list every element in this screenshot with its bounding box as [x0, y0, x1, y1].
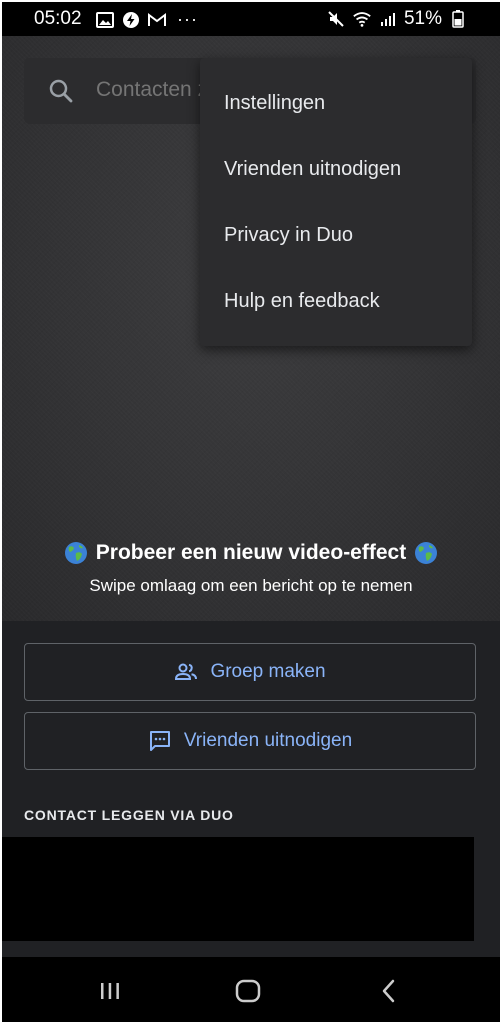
status-time: 05:02	[34, 8, 82, 29]
message-icon	[148, 729, 172, 753]
promo-title-text: Probeer een nieuw video-effect	[95, 541, 407, 564]
more-dots-icon: ···	[177, 9, 198, 29]
overflow-menu: Instellingen Vrienden uitnodigen Privacy…	[200, 58, 472, 346]
app-frame: 05:02 ··· 51% Contacten zoeken Probeer e…	[2, 2, 500, 1022]
navigation-bar	[2, 957, 500, 1022]
gmail-icon	[147, 10, 167, 30]
status-bar: 05:02 ··· 51%	[2, 2, 500, 36]
globe-icon	[64, 541, 88, 565]
menu-item-invite-friends[interactable]: Vrienden uitnodigen	[200, 136, 472, 202]
create-group-label: Groep maken	[210, 661, 326, 682]
invite-friends-button[interactable]: Vrienden uitnodigen	[24, 712, 476, 770]
create-group-button[interactable]: Groep maken	[24, 643, 476, 701]
bolt-icon	[121, 10, 141, 30]
system-icons: 51%	[326, 8, 468, 30]
battery-percentage: 51%	[403, 8, 442, 29]
section-title: CONTACT LEGGEN VIA DUO	[24, 807, 234, 823]
promo-title: Probeer een nieuw video-effect	[2, 541, 500, 565]
invite-friends-label: Vrienden uitnodigen	[183, 730, 353, 751]
search-icon	[48, 78, 74, 104]
battery-icon	[448, 9, 468, 29]
back-icon[interactable]	[375, 977, 403, 1005]
menu-item-privacy[interactable]: Privacy in Duo	[200, 202, 472, 268]
menu-item-settings[interactable]: Instellingen	[200, 70, 472, 136]
recent-apps-icon[interactable]	[96, 977, 124, 1005]
globe-icon	[414, 541, 438, 565]
promo-subtitle: Swipe omlaag om een bericht op te nemen	[89, 576, 413, 595]
notification-icons: ···	[95, 9, 198, 30]
mute-icon	[326, 9, 346, 29]
menu-item-help-feedback[interactable]: Hulp en feedback	[200, 268, 472, 334]
contact-list-placeholder	[2, 837, 474, 941]
contacts-panel: Groep maken Vrienden uitnodigen CONTACT …	[2, 621, 500, 957]
signal-icon	[378, 9, 398, 29]
gallery-icon	[95, 10, 115, 30]
group-icon	[174, 660, 198, 684]
home-icon[interactable]	[234, 977, 262, 1005]
wifi-icon	[352, 9, 372, 29]
